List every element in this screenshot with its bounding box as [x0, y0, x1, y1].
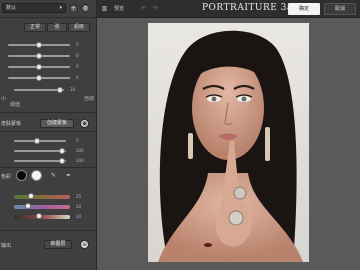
- segment-strong[interactable]: 强: [47, 23, 67, 32]
- radius-auto-label: 自动: [84, 96, 95, 102]
- settings-sidebar: 默认 ▾ + ⚙ 正常 强 超级 0 0 0 0 10 小 自动 阈值 皮肤蒙板…: [0, 0, 97, 270]
- color-slider-2-value: 20: [76, 204, 82, 209]
- create-mask-button[interactable]: 创建蒙板: [40, 119, 74, 128]
- preset-select[interactable]: 默认 ▾: [2, 3, 66, 13]
- output-select[interactable]: 新图层: [44, 240, 72, 249]
- preview-toggle[interactable]: 预览: [114, 5, 124, 12]
- divider: [0, 230, 97, 231]
- slider-knob[interactable]: [34, 138, 41, 144]
- slider-knob[interactable]: [58, 158, 65, 164]
- mask-slider-2[interactable]: [14, 148, 66, 154]
- undo-icon[interactable]: ↶: [139, 4, 148, 13]
- mask-slider-3-value: 100: [76, 158, 84, 163]
- mask-slider-1-value: 0: [76, 138, 79, 143]
- detail-slider-1[interactable]: [8, 42, 70, 48]
- eyedropper-toggle-icon[interactable]: ◉: [80, 119, 89, 128]
- color-section-label: 色彩: [1, 174, 12, 180]
- mask-section-label: 皮肤蒙板: [1, 121, 22, 127]
- output-label: 输出: [1, 243, 12, 249]
- output-options-icon[interactable]: ≡: [80, 240, 89, 249]
- threshold-slider[interactable]: [14, 87, 64, 93]
- color-slider-3-value: 10: [76, 214, 82, 219]
- threshold-label: 阈值: [10, 102, 21, 108]
- eyedropper-minus-icon[interactable]: ✒: [66, 172, 71, 179]
- slider-knob[interactable]: [58, 148, 65, 154]
- preview-canvas[interactable]: [97, 18, 360, 270]
- white-swatch[interactable]: [31, 170, 42, 181]
- segment-normal[interactable]: 正常: [24, 23, 46, 32]
- add-preset-button[interactable]: +: [69, 4, 78, 13]
- color-slider-1-value: 25: [76, 194, 82, 199]
- app-title: PORTRAITURE 3ai: [202, 3, 297, 13]
- chevron-down-icon: ▾: [59, 5, 62, 11]
- black-swatch[interactable]: [16, 170, 27, 181]
- slider-knob[interactable]: [57, 87, 63, 93]
- slider-knob[interactable]: [36, 64, 42, 70]
- slider-knob[interactable]: [36, 213, 43, 219]
- redo-icon[interactable]: ↷: [151, 4, 160, 13]
- slider-knob[interactable]: [36, 53, 42, 59]
- split-view-icon[interactable]: ▥: [100, 4, 109, 13]
- divider: [0, 167, 97, 168]
- radius-label: 小: [1, 96, 7, 102]
- ok-button[interactable]: 确定: [288, 3, 320, 15]
- slider-knob[interactable]: [25, 203, 31, 209]
- detail-slider-4-value: 0: [76, 75, 79, 80]
- detail-slider-3[interactable]: [8, 64, 70, 70]
- segment-super[interactable]: 超级: [68, 23, 90, 32]
- detail-slider-4[interactable]: [8, 75, 70, 81]
- output-select-value: 新图层: [50, 241, 66, 247]
- eyedropper-icon[interactable]: ✎: [51, 172, 56, 179]
- detail-slider-3-value: 0: [76, 64, 79, 69]
- settings-gear-button[interactable]: ⚙: [81, 4, 90, 13]
- mask-slider-1[interactable]: [14, 138, 66, 144]
- cancel-button[interactable]: 取消: [324, 3, 356, 15]
- color-slider-1[interactable]: [14, 193, 70, 199]
- divider: [0, 17, 97, 18]
- preset-select-value: 默认: [6, 5, 17, 11]
- slider-knob[interactable]: [36, 75, 42, 81]
- divider: [0, 131, 97, 132]
- divider: [0, 112, 97, 113]
- mask-slider-3[interactable]: [14, 158, 66, 164]
- detail-slider-2[interactable]: [8, 53, 70, 59]
- detail-slider-2-value: 0: [76, 53, 79, 58]
- color-slider-2[interactable]: [14, 203, 70, 209]
- threshold-value: 10: [70, 87, 76, 92]
- color-slider-3[interactable]: [14, 213, 70, 219]
- portrait-photo: [148, 23, 309, 262]
- detail-slider-1-value: 0: [76, 42, 79, 47]
- slider-knob[interactable]: [36, 42, 42, 48]
- slider-knob[interactable]: [27, 193, 34, 199]
- mask-slider-2-value: 100: [76, 148, 84, 153]
